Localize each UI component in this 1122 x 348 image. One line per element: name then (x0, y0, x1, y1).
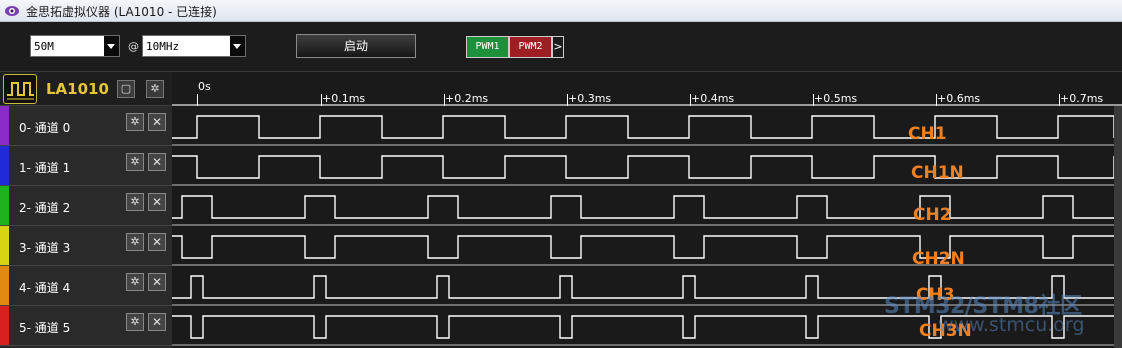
channel-annotation: CH1N (911, 163, 964, 183)
sample-rate-value: 10MHz (146, 40, 180, 53)
tick-label: +0.2ms (445, 92, 489, 105)
close-icon[interactable]: ✕ (148, 153, 166, 171)
close-icon[interactable]: ✕ (148, 193, 166, 211)
toolbar: 50M @ 10MHz 启动 PWM1 PWM2 > (0, 22, 1122, 72)
tick-mark (197, 94, 198, 106)
at-symbol: @ (128, 40, 139, 53)
tick-label: +0.6ms (937, 92, 981, 105)
channel-label: 2- 通道 2 (19, 201, 71, 215)
more-tools-button[interactable]: > (552, 36, 564, 58)
channel-annotation: CH2 (913, 205, 952, 225)
channel-label: 5- 通道 5 (19, 321, 71, 335)
device-header: LA1010 ▢ ✲ (0, 72, 172, 106)
tick-mark (444, 94, 445, 106)
channel-color-bar (0, 226, 9, 265)
tick-mark (321, 94, 322, 106)
channel-trace-3 (172, 235, 1114, 259)
channel-color-bar (0, 266, 9, 305)
channel-label: 4- 通道 4 (19, 281, 71, 295)
app-eye-icon (5, 6, 19, 16)
channel-row-3: 3- 通道 3 ✲ ✕ (0, 226, 172, 266)
close-icon[interactable]: ✕ (148, 313, 166, 331)
channel-trace-2 (172, 195, 1114, 219)
chevron-down-icon[interactable] (230, 36, 245, 56)
title-bar: 金思拓虚拟仪器 (LA1010 - 已连接) (0, 0, 1122, 22)
channel-label: 0- 通道 0 (19, 121, 71, 135)
channel-color-bar (0, 106, 9, 145)
channel-trace-0 (172, 115, 1114, 139)
sample-count-value: 50M (34, 40, 54, 53)
channel-annotation: CH2N (912, 249, 965, 269)
tick-label: +0.5ms (814, 92, 858, 105)
start-button[interactable]: 启动 (296, 34, 416, 58)
device-settings-button[interactable]: ✲ (146, 80, 164, 98)
channel-row-0: 0- 通道 0 ✲ ✕ (0, 106, 172, 146)
pwm2-button[interactable]: PWM2 (509, 36, 552, 58)
channel-row-5: 5- 通道 5 ✲ ✕ (0, 306, 172, 346)
tick-label: +0.4ms (691, 92, 735, 105)
gear-icon[interactable]: ✲ (126, 153, 144, 171)
chevron-down-icon[interactable] (104, 36, 119, 56)
close-icon[interactable]: ✕ (148, 233, 166, 251)
channel-color-bar (0, 186, 9, 225)
close-icon[interactable]: ✕ (148, 273, 166, 291)
tick-label: +0.7ms (1060, 92, 1104, 105)
vertical-scrollbar[interactable] (1114, 106, 1122, 348)
channel-label: 3- 通道 3 (19, 241, 71, 255)
device-name: LA1010 (46, 80, 109, 98)
pwm1-button[interactable]: PWM1 (466, 36, 509, 58)
gear-icon[interactable]: ✲ (126, 193, 144, 211)
tick-mark (813, 94, 814, 106)
tick-mark (567, 94, 568, 106)
tick-mark (1059, 94, 1060, 106)
window-title: 金思拓虚拟仪器 (LA1010 - 已连接) (26, 5, 217, 19)
tick-label: 0s (198, 80, 211, 93)
waveform-icon (3, 74, 37, 104)
close-icon[interactable]: ✕ (148, 113, 166, 131)
sample-rate-select[interactable]: 10MHz (142, 35, 246, 57)
tick-mark (690, 94, 691, 106)
channel-row-1: 1- 通道 1 ✲ ✕ (0, 146, 172, 186)
channel-color-bar (0, 306, 9, 345)
channel-row-2: 2- 通道 2 ✲ ✕ (0, 186, 172, 226)
time-ruler[interactable]: 0s +0.1ms +0.2ms +0.3ms +0.4ms +0.5ms +0… (172, 72, 1122, 106)
channel-trace-1 (172, 155, 1114, 179)
tick-label: +0.3ms (568, 92, 612, 105)
gear-icon[interactable]: ✲ (126, 113, 144, 131)
channel-color-bar (0, 146, 9, 185)
channel-annotation: CH1 (908, 124, 947, 144)
watermark-url: www.stmcu.org (938, 314, 1085, 336)
channel-row-4: 4- 通道 4 ✲ ✕ (0, 266, 172, 306)
gear-icon[interactable]: ✲ (126, 313, 144, 331)
tick-mark (936, 94, 937, 106)
sample-count-select[interactable]: 50M (30, 35, 120, 57)
device-info-button[interactable]: ▢ (117, 80, 135, 98)
tick-label: +0.1ms (322, 92, 366, 105)
gear-icon[interactable]: ✲ (126, 273, 144, 291)
channel-label: 1- 通道 1 (19, 161, 71, 175)
gear-icon[interactable]: ✲ (126, 233, 144, 251)
channel-panel: LA1010 ▢ ✲ 0- 通道 0 ✲ ✕ 1- 通道 1 ✲ ✕ 2- 通道… (0, 72, 172, 348)
